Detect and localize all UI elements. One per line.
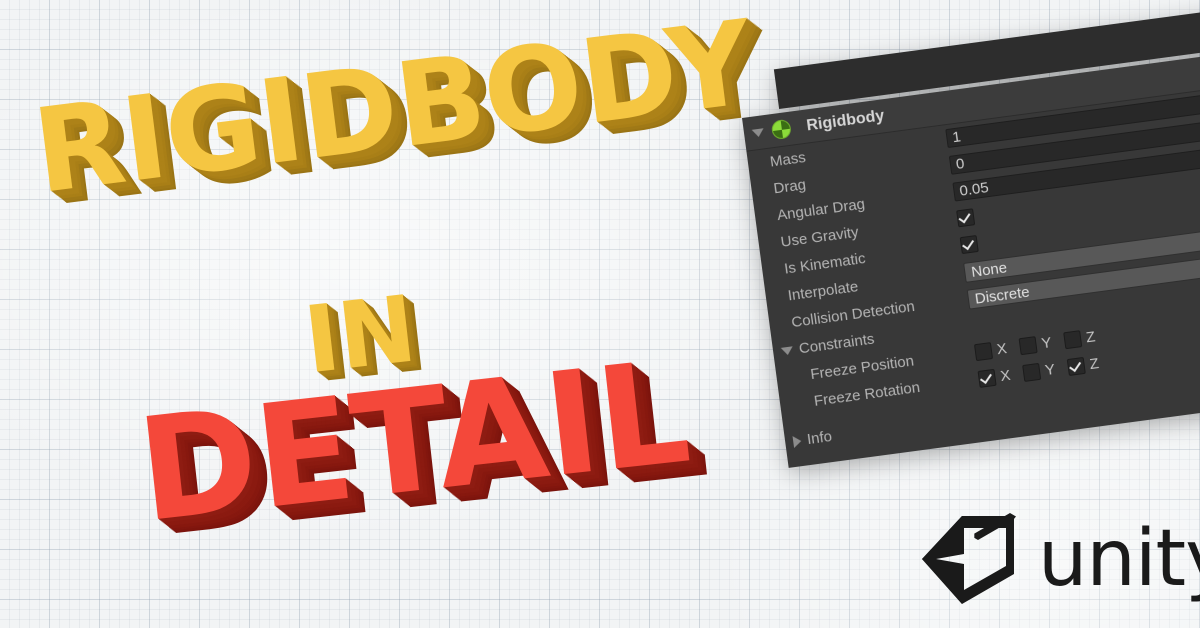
unity-wordmark-text: unity — [1038, 513, 1200, 604]
checkbox-freeze-rotation-z[interactable] — [1066, 356, 1086, 377]
axis-label-y: Y — [1043, 360, 1057, 380]
axis-label-x: X — [995, 340, 1008, 359]
checkbox-freeze-position-x[interactable] — [973, 342, 994, 362]
checkbox-freeze-position-z[interactable] — [1063, 330, 1083, 350]
checkbox-freeze-rotation-x[interactable] — [977, 368, 997, 388]
rigidbody-physics-icon — [770, 118, 793, 141]
axis-label-z: Z — [1085, 328, 1097, 347]
axis-label-x: X — [999, 366, 1012, 386]
chevron-down-icon[interactable] — [751, 127, 765, 138]
unity-brand-logo: unity — [916, 508, 1200, 609]
unity-cube-icon — [916, 508, 1020, 609]
chevron-right-icon[interactable] — [792, 434, 802, 448]
axis-label-z: Z — [1088, 355, 1100, 374]
checkbox-freeze-rotation-y[interactable] — [1022, 362, 1042, 382]
checkbox-freeze-position-y[interactable] — [1018, 336, 1038, 356]
component-title-label: Rigidbody — [805, 106, 886, 134]
axis-label-y: Y — [1040, 334, 1053, 353]
chevron-down-icon[interactable] — [780, 345, 794, 356]
checkbox-use-gravity[interactable] — [956, 208, 976, 228]
thumbnail-canvas: RIGIDBODY IN DETAIL ? — [0, 0, 1200, 628]
checkbox-is-kinematic[interactable] — [959, 235, 979, 255]
